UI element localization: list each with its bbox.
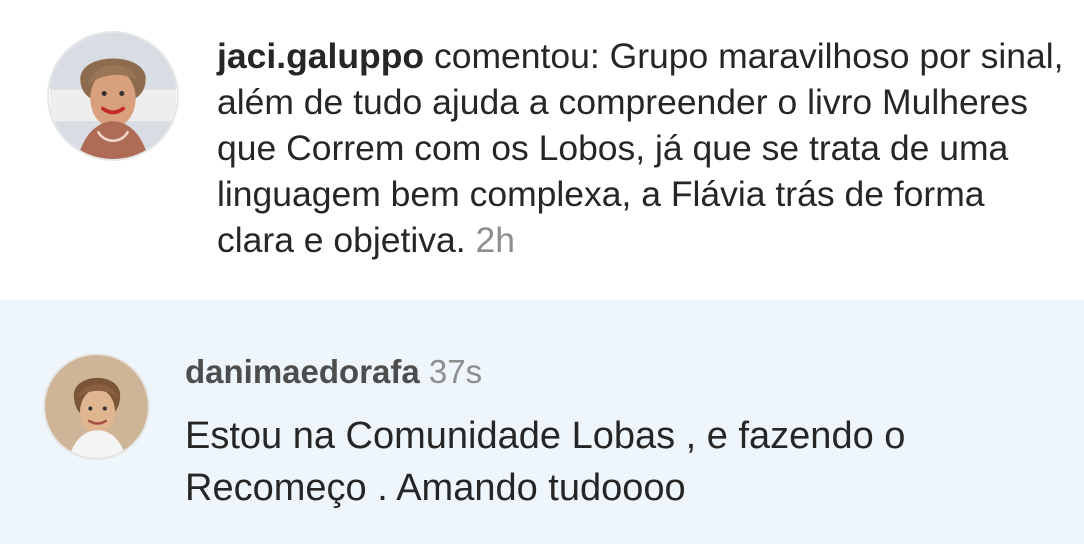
comment-action: comentou: xyxy=(433,36,600,76)
comment-timestamp[interactable]: 2h xyxy=(476,220,516,260)
reply-text: Estou na Comunidade Lobas , e fazendo o … xyxy=(185,415,906,509)
avatar[interactable] xyxy=(47,31,179,161)
comment-username[interactable]: jaci.galuppo xyxy=(217,36,424,76)
reply-header: danimaedorafa 37s xyxy=(185,350,482,394)
user-photo-icon xyxy=(45,355,148,458)
reply-timestamp[interactable]: 37s xyxy=(429,353,482,390)
reply-username[interactable]: danimaedorafa xyxy=(185,353,420,390)
avatar[interactable] xyxy=(43,353,150,460)
user-photo-icon xyxy=(50,33,176,159)
comment-text-block: jaci.galuppo comentou: Grupo maravilhoso… xyxy=(217,33,1067,263)
